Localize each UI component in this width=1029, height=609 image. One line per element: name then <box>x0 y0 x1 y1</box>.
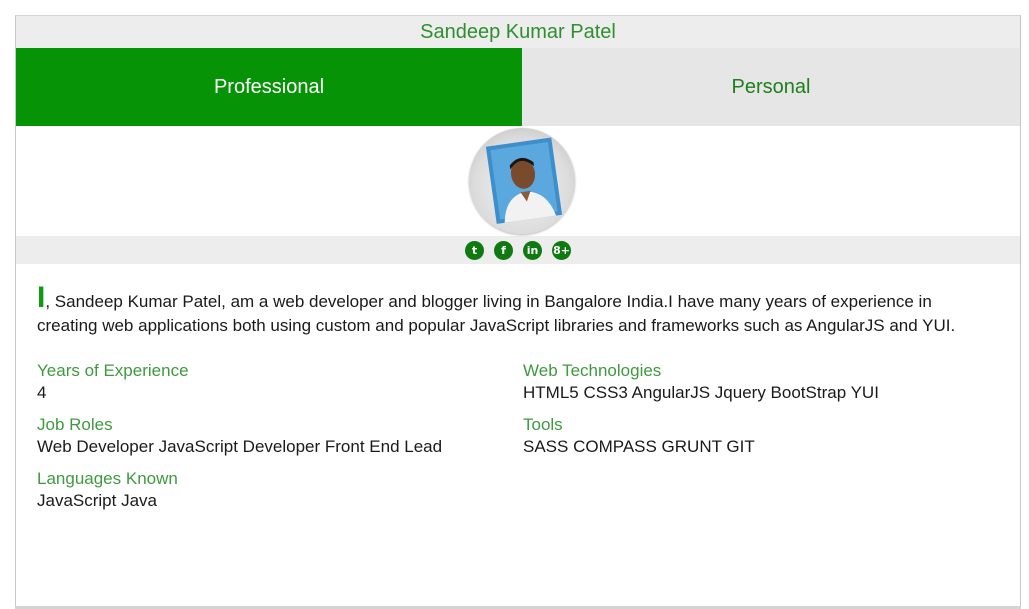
languages-known: Languages Known JavaScript Java <box>37 468 523 512</box>
roles-label: Job Roles <box>37 415 113 434</box>
job-roles: Job Roles Web Developer JavaScript Devel… <box>37 414 523 458</box>
webtech-value: HTML5 CSS3 AngularJS Jquery BootStrap YU… <box>523 383 879 402</box>
tab-professional[interactable]: Professional <box>16 48 522 126</box>
roles-value: Web Developer JavaScript Developer Front… <box>37 437 443 456</box>
avatar-area <box>16 126 1020 236</box>
linkedin-icon[interactable]: in <box>523 240 542 260</box>
tools-label: Tools <box>523 415 563 434</box>
years-of-experience: Years of Experience 4 <box>37 360 523 404</box>
tools: Tools SASS COMPASS GRUNT GIT <box>523 414 997 458</box>
bio-text: , Sandeep Kumar Patel, am a web develope… <box>37 292 956 335</box>
web-technologies: Web Technologies HTML5 CSS3 AngularJS Jq… <box>523 360 997 404</box>
avatar-photo-icon <box>485 137 563 224</box>
twitter-icon[interactable]: t <box>465 240 484 260</box>
bio-paragraph: I, Sandeep Kumar Patel, am a web develop… <box>37 283 996 338</box>
tab-personal[interactable]: Personal <box>522 48 1020 126</box>
tab-personal-label: Personal <box>731 75 811 98</box>
facebook-icon[interactable]: f <box>494 240 513 260</box>
years-value: 4 <box>37 383 47 402</box>
google-plus-icon[interactable]: 8+ <box>552 240 571 260</box>
languages-value: JavaScript Java <box>37 491 157 510</box>
profile-tabs: Professional Personal <box>16 48 1020 126</box>
tools-value: SASS COMPASS GRUNT GIT <box>523 437 755 456</box>
webtech-label: Web Technologies <box>523 361 662 380</box>
years-label: Years of Experience <box>37 361 189 380</box>
languages-label: Languages Known <box>37 469 178 488</box>
profile-name-title: Sandeep Kumar Patel <box>16 16 1020 48</box>
profile-card: Sandeep Kumar Patel Professional Persona… <box>15 15 1021 609</box>
social-links-bar: t f in 8+ <box>16 236 1020 264</box>
details-grid: Years of Experience 4 Web Technologies H… <box>37 360 997 512</box>
avatar <box>469 128 575 234</box>
tab-professional-label: Professional <box>213 75 325 98</box>
